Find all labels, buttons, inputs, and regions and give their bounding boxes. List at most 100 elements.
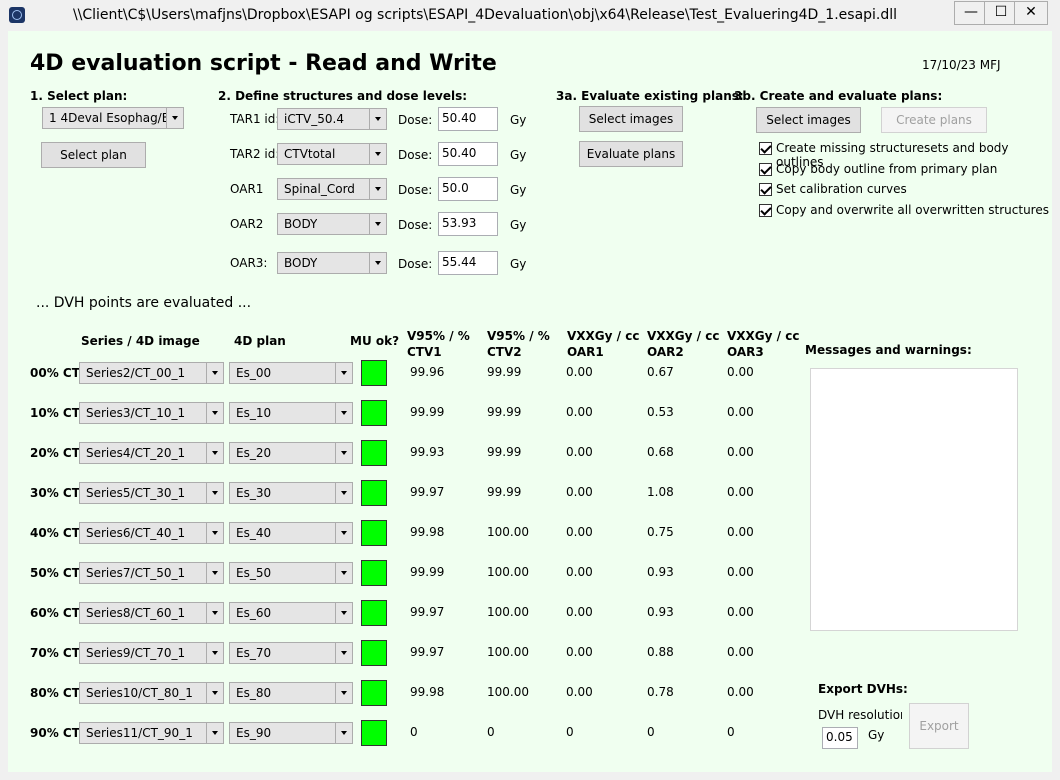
series-dropdown[interactable]: Series10/CT_80_1 bbox=[79, 682, 224, 704]
checkbox[interactable] bbox=[759, 162, 772, 176]
dvh-resolution-label: DVH resolution: bbox=[818, 708, 902, 722]
select-plan-button[interactable]: Select plan bbox=[41, 142, 146, 168]
chevron-down-icon bbox=[335, 603, 352, 623]
phase-label: 50% CT bbox=[30, 566, 80, 580]
plan-dropdown-value: Es_70 bbox=[236, 646, 272, 660]
plan-dropdown[interactable]: 1 4Deval Esophag/Esc bbox=[42, 107, 184, 129]
header-oar2-line1: VXXGy / cc bbox=[647, 329, 720, 343]
maximize-button[interactable]: ☐ bbox=[984, 1, 1018, 25]
select-images-create-button[interactable]: Select images bbox=[756, 107, 861, 133]
mu-ok-indicator bbox=[361, 360, 387, 386]
series-dropdown[interactable]: Series8/CT_60_1 bbox=[79, 602, 224, 624]
series-dropdown[interactable]: Series7/CT_50_1 bbox=[79, 562, 224, 584]
chevron-down-icon bbox=[335, 523, 352, 543]
cell-oar2: 0.75 bbox=[647, 525, 674, 539]
cell-oar1: 0.00 bbox=[566, 365, 593, 379]
plan-dropdown[interactable]: Es_70 bbox=[229, 642, 353, 664]
window-title: \\Client\C$\Users\mafjns\Dropbox\ESAPI o… bbox=[72, 7, 898, 23]
series-dropdown[interactable]: Series9/CT_70_1 bbox=[79, 642, 224, 664]
cell-oar2: 0.53 bbox=[647, 405, 674, 419]
create-evaluate-heading: 3b. Create and evaluate plans: bbox=[734, 89, 943, 103]
chevron-down-icon bbox=[335, 483, 352, 503]
plan-dropdown[interactable]: Es_30 bbox=[229, 482, 353, 504]
plan-dropdown[interactable]: Es_80 bbox=[229, 682, 353, 704]
series-dropdown-value: Series2/CT_00_1 bbox=[86, 366, 186, 380]
plan-dropdown[interactable]: Es_90 bbox=[229, 722, 353, 744]
dose-input[interactable]: 55.44 bbox=[438, 251, 498, 275]
chevron-down-icon bbox=[166, 108, 183, 128]
checkbox[interactable] bbox=[759, 183, 772, 196]
dvh-resolution-input[interactable]: 0.05 bbox=[822, 727, 858, 749]
series-dropdown-value: Series11/CT_90_1 bbox=[86, 726, 193, 740]
header-oar2-line2: OAR2 bbox=[647, 345, 684, 359]
dose-input[interactable]: 53.93 bbox=[438, 212, 498, 236]
plan-dropdown[interactable]: Es_10 bbox=[229, 402, 353, 424]
close-button[interactable]: ✕ bbox=[1014, 1, 1048, 25]
plan-dropdown[interactable]: Es_00 bbox=[229, 362, 353, 384]
structure-dropdown-value: BODY bbox=[284, 217, 318, 231]
checkbox[interactable] bbox=[759, 142, 772, 155]
plan-dropdown-value: Es_40 bbox=[236, 526, 272, 540]
chevron-down-icon bbox=[335, 683, 352, 703]
status-text: ... DVH points are evaluated ... bbox=[36, 295, 252, 311]
chevron-down-icon bbox=[206, 363, 223, 383]
cell-ctv1: 99.97 bbox=[410, 645, 445, 659]
phase-label: 80% CT bbox=[30, 686, 80, 700]
checkbox-label: Copy body outline from primary plan bbox=[776, 161, 998, 176]
cell-oar3: 0.00 bbox=[727, 525, 754, 539]
mu-ok-indicator bbox=[361, 480, 387, 506]
dose-input[interactable]: 50.40 bbox=[438, 107, 498, 131]
structure-label: OAR1 bbox=[230, 182, 264, 196]
structure-dropdown[interactable]: CTVtotal bbox=[277, 143, 387, 165]
header-plan: 4D plan bbox=[234, 334, 286, 348]
create-plans-button[interactable]: Create plans bbox=[881, 107, 987, 133]
series-dropdown-value: Series9/CT_70_1 bbox=[86, 646, 186, 660]
plan-dropdown[interactable]: Es_60 bbox=[229, 602, 353, 624]
cell-oar1: 0.00 bbox=[566, 685, 593, 699]
dose-input-value: 50.40 bbox=[442, 111, 477, 125]
chevron-down-icon bbox=[206, 683, 223, 703]
series-dropdown[interactable]: Series3/CT_10_1 bbox=[79, 402, 224, 424]
cell-ctv2: 99.99 bbox=[487, 405, 522, 419]
chevron-down-icon bbox=[335, 363, 352, 383]
structure-dropdown[interactable]: Spinal_Cord bbox=[277, 178, 387, 200]
cell-oar3: 0.00 bbox=[727, 645, 754, 659]
series-dropdown[interactable]: Series5/CT_30_1 bbox=[79, 482, 224, 504]
messages-box[interactable] bbox=[810, 368, 1018, 631]
dose-input[interactable]: 50.0 bbox=[438, 177, 498, 201]
structure-dropdown[interactable]: BODY bbox=[277, 213, 387, 235]
plan-dropdown-value: Es_80 bbox=[236, 686, 272, 700]
cell-oar3: 0.00 bbox=[727, 365, 754, 379]
plan-dropdown[interactable]: Es_20 bbox=[229, 442, 353, 464]
minimize-button[interactable]: — bbox=[954, 1, 988, 25]
dose-input-value: 55.44 bbox=[442, 255, 477, 269]
series-dropdown[interactable]: Series2/CT_00_1 bbox=[79, 362, 224, 384]
export-button[interactable]: Export bbox=[909, 703, 969, 749]
select-images-existing-button[interactable]: Select images bbox=[579, 106, 683, 132]
phase-label: 70% CT bbox=[30, 646, 80, 660]
structure-dropdown[interactable]: BODY bbox=[277, 252, 387, 274]
dose-unit: Gy bbox=[510, 183, 527, 197]
cell-ctv1: 99.93 bbox=[410, 445, 445, 459]
define-heading: 2. Define structures and dose levels: bbox=[218, 89, 468, 103]
select-plan-heading: 1. Select plan: bbox=[30, 89, 128, 103]
plan-dropdown-value: Es_20 bbox=[236, 446, 272, 460]
cell-ctv1: 0 bbox=[410, 725, 418, 739]
evaluate-existing-heading: 3a. Evaluate existing plans: bbox=[556, 89, 744, 103]
structure-dropdown[interactable]: iCTV_50.4 bbox=[277, 108, 387, 130]
checkbox[interactable] bbox=[759, 203, 772, 217]
dose-input[interactable]: 50.40 bbox=[438, 142, 498, 166]
mu-ok-indicator bbox=[361, 720, 387, 746]
header-oar1-line1: VXXGy / cc bbox=[567, 329, 640, 343]
series-dropdown[interactable]: Series4/CT_20_1 bbox=[79, 442, 224, 464]
plan-dropdown[interactable]: Es_40 bbox=[229, 522, 353, 544]
evaluate-plans-button[interactable]: Evaluate plans bbox=[579, 141, 683, 167]
header-series: Series / 4D image bbox=[81, 334, 200, 348]
cell-oar1: 0 bbox=[566, 725, 574, 739]
series-dropdown[interactable]: Series11/CT_90_1 bbox=[79, 722, 224, 744]
structure-dropdown-value: BODY bbox=[284, 256, 318, 270]
dose-label: Dose: bbox=[398, 257, 433, 271]
title-bar[interactable]: \\Client\C$\Users\mafjns\Dropbox\ESAPI o… bbox=[0, 0, 1060, 30]
plan-dropdown[interactable]: Es_50 bbox=[229, 562, 353, 584]
series-dropdown[interactable]: Series6/CT_40_1 bbox=[79, 522, 224, 544]
